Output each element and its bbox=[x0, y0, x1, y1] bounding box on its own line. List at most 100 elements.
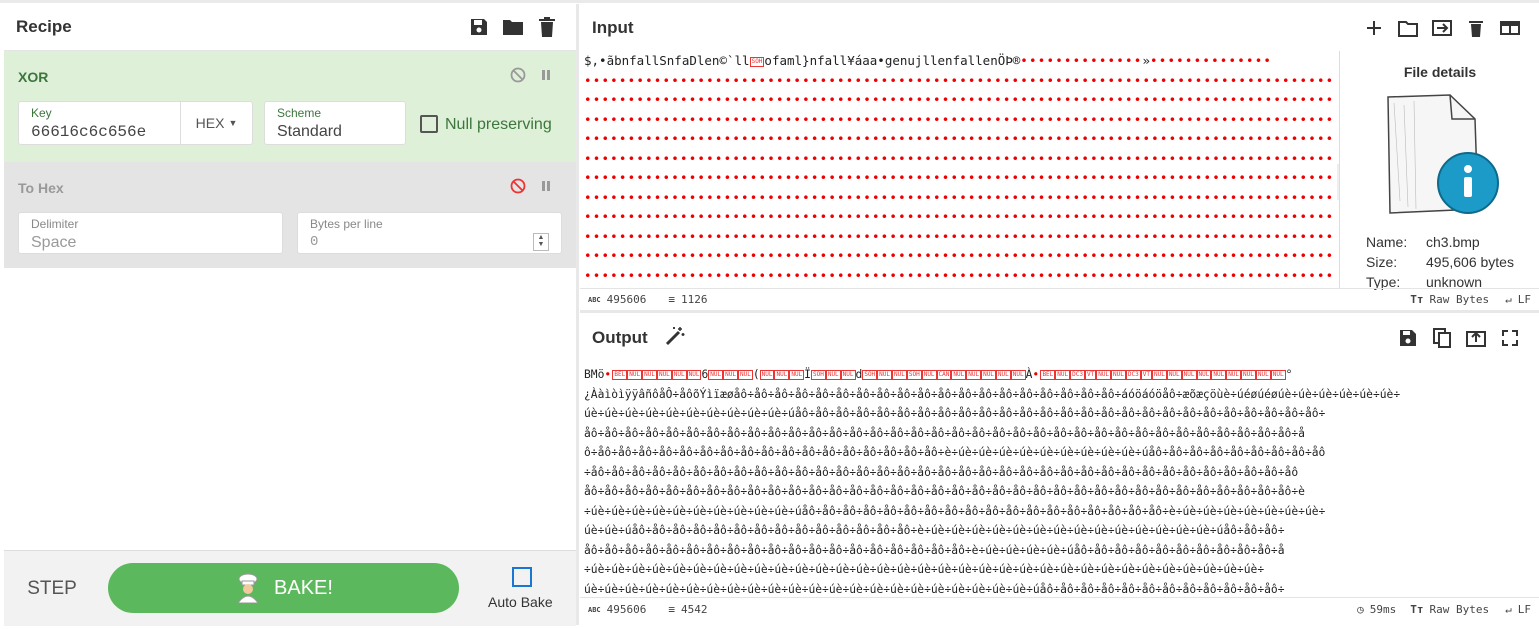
save-output-icon[interactable] bbox=[1391, 321, 1425, 355]
dots: ••••••••••••••••••••••••••••••••••••••••… bbox=[584, 267, 1334, 283]
scheme-select[interactable]: Scheme Standard bbox=[264, 101, 406, 145]
vertical-divider[interactable] bbox=[576, 4, 579, 625]
caret-down-icon: ▼ bbox=[228, 118, 238, 128]
disable-icon[interactable] bbox=[508, 176, 528, 196]
lines-icon: ≡ bbox=[668, 603, 676, 616]
control-char: NUL bbox=[656, 370, 672, 380]
clock-icon: ◷ bbox=[1357, 603, 1364, 616]
control-char: NUL bbox=[686, 370, 702, 380]
input-textarea[interactable]: $,•ãbnfallSnfaDlen©`ll SOH ofaml}nfall¥áaa… bbox=[584, 51, 1334, 289]
control-char: NUL bbox=[921, 370, 937, 380]
scheme-value: Standard bbox=[277, 123, 342, 140]
dots: •••••••••••••• bbox=[1150, 53, 1273, 68]
dots: ••••••••••••••••••••••••••••••••••••••••… bbox=[584, 189, 1334, 205]
bake-button[interactable]: BAKE! bbox=[108, 563, 459, 613]
delimiter-select[interactable]: Delimiter Space bbox=[18, 212, 283, 254]
control-char: NUL bbox=[1055, 370, 1071, 380]
control-char: NUL bbox=[723, 370, 738, 380]
output-textarea[interactable]: BMö• BEL NUL NUL NUL NUL NUL 6 NUL NUL NUL(NUL NUL N… bbox=[584, 365, 1534, 597]
add-tab-icon[interactable] bbox=[1357, 11, 1391, 45]
dots: •••••••••••••• bbox=[1020, 53, 1143, 68]
output-eol[interactable]: LF bbox=[1518, 603, 1531, 616]
recipe-panel: Recipe XOR Key 66616c6c656e HEX ▼ Scheme bbox=[4, 4, 576, 626]
control-char: NUL bbox=[995, 370, 1011, 380]
output-title: Output bbox=[592, 328, 648, 347]
dots: ••••••••••••••••••••••••••••••••••••••••… bbox=[584, 92, 1334, 107]
input-line: ofaml}nfall¥áaa•genujllenfallenÖÞ® bbox=[764, 53, 1021, 68]
raw-bytes-icon[interactable]: Tт bbox=[1410, 293, 1423, 306]
control-char: SOH bbox=[906, 370, 922, 380]
bytes-per-line-input[interactable]: Bytes per line 0 ▲ ▼ bbox=[297, 212, 562, 254]
output-line: ÷úè÷úè÷úè÷úè÷úè÷úè÷úè÷úè÷úè÷úè÷úåô÷åô÷åô… bbox=[584, 504, 1326, 518]
copy-icon[interactable] bbox=[1425, 321, 1459, 355]
bytes-per-line-value: 0 bbox=[310, 234, 319, 250]
null-preserving-label: Null preserving bbox=[445, 116, 552, 133]
output-line: ô÷åô÷åô÷åô÷åô÷åô÷åô÷åô÷åô÷åô÷åô÷åô÷åô÷åô… bbox=[584, 446, 1326, 459]
control-char: SOH bbox=[810, 370, 826, 380]
control-char: SOH bbox=[862, 370, 878, 380]
dots: ••••••••••••••••••••••••••••••••••••••••… bbox=[584, 111, 1334, 127]
output-line: Ï bbox=[804, 368, 811, 381]
layout-icon[interactable] bbox=[1493, 11, 1527, 45]
input-raw-bytes[interactable]: Raw Bytes bbox=[1430, 293, 1490, 306]
file-name-row: Name: ch3.bmp bbox=[1366, 234, 1480, 250]
output-line: úè÷úè÷úè÷úè÷úè÷úè÷úè÷úè÷úè÷úè÷úè÷úè÷úè÷ú… bbox=[584, 582, 1285, 596]
control-char: NUL bbox=[1010, 370, 1026, 380]
open-folder-icon[interactable] bbox=[1391, 11, 1425, 45]
control-char: NUL bbox=[1211, 370, 1227, 380]
file-details-pane: File details Name: ch3.bmp Size: 495,606 b… bbox=[1339, 51, 1539, 290]
eol-icon[interactable]: ↵ bbox=[1505, 603, 1512, 616]
output-raw-bytes[interactable]: Raw Bytes bbox=[1430, 603, 1490, 616]
dots: • bbox=[1032, 368, 1041, 381]
step-button[interactable]: STEP bbox=[14, 567, 90, 611]
load-icon[interactable] bbox=[1425, 11, 1459, 45]
output-line: úè÷úè÷úè÷úè÷úè÷úè÷úè÷úè÷úè÷úè÷úåô÷åô÷åô÷… bbox=[584, 407, 1326, 420]
eol-icon[interactable]: ↵ bbox=[1505, 293, 1512, 306]
key-field[interactable]: Key 66616c6c656e bbox=[18, 101, 180, 145]
control-char: NUL bbox=[1096, 370, 1112, 380]
control-char: VT bbox=[1084, 370, 1097, 380]
folder-icon[interactable] bbox=[496, 10, 530, 44]
dots: • bbox=[604, 368, 613, 381]
input-header: Input bbox=[580, 4, 1539, 51]
trash-icon[interactable] bbox=[530, 10, 564, 44]
file-details-title: File details bbox=[1403, 64, 1477, 80]
key-format-value: HEX bbox=[195, 115, 225, 131]
control-char: NUL bbox=[981, 370, 996, 380]
save-icon[interactable] bbox=[462, 10, 496, 44]
clear-input-icon[interactable] bbox=[1459, 11, 1493, 45]
null-preserving-checkbox[interactable] bbox=[420, 115, 438, 133]
output-line: ÷åô÷åô÷åô÷åô÷åô÷åô÷åô÷åô÷åô÷åô÷åô÷åô÷åô÷… bbox=[584, 465, 1299, 479]
disable-icon[interactable] bbox=[508, 65, 528, 85]
key-label: Key bbox=[31, 106, 52, 120]
output-status-bar: ABC 495606 ≡ 4542 ◷ 59ms Tт Raw Bytes ↵ … bbox=[580, 597, 1539, 621]
operation-title: XOR bbox=[18, 69, 49, 85]
file-size-value: 495,606 bytes bbox=[1426, 254, 1514, 270]
input-status-bar: ABC 495606 ≡ 1126 Tт Raw Bytes ↵ LF bbox=[580, 288, 1539, 310]
input-title: Input bbox=[592, 17, 634, 37]
magic-wand-icon[interactable] bbox=[664, 325, 1391, 352]
bake-controls: STEP BAKE! Auto Bake bbox=[4, 550, 576, 626]
lines-icon: ≡ bbox=[668, 293, 676, 306]
auto-bake-checkbox[interactable] bbox=[512, 567, 532, 587]
stepper-icon[interactable]: ▲ ▼ bbox=[533, 233, 549, 251]
pause-icon[interactable] bbox=[536, 65, 556, 85]
control-char: NUL bbox=[892, 370, 907, 380]
pause-icon[interactable] bbox=[536, 176, 556, 196]
control-char: NUL bbox=[1111, 370, 1126, 380]
output-line: úè÷úè÷úåô÷åô÷åô÷åô÷åô÷åô÷åô÷åô÷åô÷åô÷åô÷… bbox=[584, 524, 1285, 537]
output-line: ¿ÀàìòìÿÿâñôåÔ÷åôõÝìïæøåô÷åô÷åô÷åô÷åô÷åô÷… bbox=[584, 387, 1401, 401]
control-char: NUL bbox=[951, 370, 967, 380]
output-line: ° bbox=[1285, 368, 1293, 381]
input-eol[interactable]: LF bbox=[1518, 293, 1531, 306]
key-format-dropdown[interactable]: HEX ▼ bbox=[180, 101, 253, 145]
key-value: 66616c6c656e bbox=[31, 123, 147, 141]
raw-bytes-icon[interactable]: Tт bbox=[1410, 603, 1423, 616]
dots: ••••••••••••••••••••••••••••••••••••••••… bbox=[584, 150, 1334, 166]
length-icon: ABC bbox=[588, 295, 601, 304]
file-info-icon bbox=[1387, 94, 1499, 214]
recipe-header: Recipe bbox=[4, 4, 576, 51]
replace-input-icon[interactable] bbox=[1459, 321, 1493, 355]
dots: ••••••••••••••••••••••••••••••••••••••••… bbox=[584, 228, 1334, 244]
maximize-icon[interactable] bbox=[1493, 321, 1527, 355]
